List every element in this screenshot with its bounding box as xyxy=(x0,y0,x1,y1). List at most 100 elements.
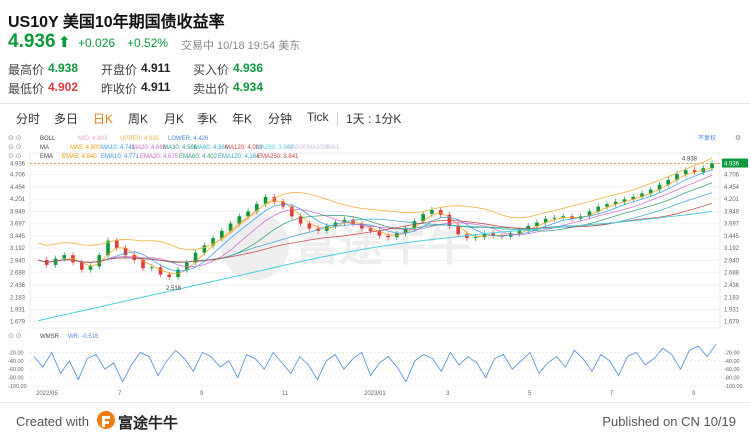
x-tick-label: 7 xyxy=(610,391,614,397)
boll-toggle-icon: ⊙ ⊙ xyxy=(8,135,22,142)
chart-settings-icon: ⚙ xyxy=(735,134,741,142)
ma-legend-item: MA60: 4.366 xyxy=(194,145,229,151)
candle-body xyxy=(167,274,172,277)
candle-body xyxy=(386,235,390,238)
y-tick-label-right: 2.688 xyxy=(724,271,740,277)
tab-interval-select[interactable]: 1天 : 1分K xyxy=(346,110,401,127)
ema-toggle-icon: ⊙ ⊙ xyxy=(8,153,22,160)
ma-name: MA xyxy=(40,145,49,151)
tab-minute[interactable]: 分钟 xyxy=(268,110,292,127)
ma-legend-item: MA20: 4.663 xyxy=(132,145,167,151)
ema-legend-item: EMA10: 4.771 xyxy=(101,154,140,160)
wmsr-value: WR: -0.516 xyxy=(68,334,99,340)
candle-body xyxy=(79,262,84,270)
boll-mid: MID: 4.803 xyxy=(78,136,108,142)
candle-body xyxy=(88,266,93,270)
y-tick-label-left: 1.931 xyxy=(10,307,26,313)
stat-label: 开盘价 xyxy=(101,63,138,77)
y-tick-label-left: 2.436 xyxy=(10,283,26,289)
tab-weekly-k[interactable]: 周K xyxy=(128,110,148,127)
y-tick-label-left: 4.936 xyxy=(10,162,26,168)
y-tick-label-left: 3.192 xyxy=(10,246,26,252)
candle-body xyxy=(430,209,434,214)
wmsr-tick-right: -40.00 xyxy=(724,359,740,365)
price-chart: 4.936 4.936 4.706 4.706 4.454 4.454 4.201 4.201… xyxy=(8,134,748,397)
watermark-logo-icon xyxy=(221,212,289,280)
candle-body xyxy=(438,209,443,215)
period-tabs: 分时 多日 日K 周K 月K 季K 年K 分钟 Tick 1天 : 1分K xyxy=(0,108,750,130)
y-tick-label-right: 4.201 xyxy=(724,197,740,203)
tab-multi-day[interactable]: 多日 xyxy=(54,110,78,127)
stat-label: 昨收价 xyxy=(101,82,138,96)
tab-intraday[interactable]: 分时 xyxy=(16,110,40,127)
footer-divider xyxy=(0,402,750,403)
price-change-percent: +0.52% xyxy=(127,36,169,50)
wmsr-tick-left: -100.00 xyxy=(8,384,27,390)
divider xyxy=(0,103,750,104)
candle-body xyxy=(683,170,688,175)
futu-logo-icon xyxy=(97,411,115,429)
trading-status: 交易中 10/18 19:54 美东 xyxy=(181,40,301,52)
candle-body xyxy=(710,163,714,169)
wmsr-tick-right: -100.00 xyxy=(724,384,743,390)
y-tick-label-right: 1.679 xyxy=(724,320,740,326)
up-arrow-icon: ⬆ xyxy=(58,34,71,51)
y-tick-label-right: 2.940 xyxy=(724,258,740,264)
x-tick-label: 2023/01 xyxy=(364,391,386,397)
candle-body xyxy=(158,267,163,275)
high-annotation: 4.938 xyxy=(682,156,698,162)
y-tick-label-left: 4.201 xyxy=(10,197,26,203)
tab-separator xyxy=(337,112,338,126)
candle-body xyxy=(114,240,119,248)
y-tick-label-right: 3.192 xyxy=(724,246,740,252)
tab-daily-k[interactable]: 日K xyxy=(93,110,113,127)
wmsr-tick-left: -20.00 xyxy=(8,350,24,356)
candle-body xyxy=(97,255,102,267)
ema-legend-item: EMA120: 4.164 xyxy=(218,154,260,160)
stat-value: 4.902 xyxy=(48,80,79,94)
candle-body xyxy=(62,255,67,259)
stat-label: 最高价 xyxy=(8,63,45,77)
ma-toggle-icon: ⊙ ⊙ xyxy=(8,144,22,151)
tab-tick[interactable]: Tick xyxy=(307,110,329,124)
wmsr-toggle-icon: ⊙ ⊙ xyxy=(8,333,22,340)
y-tick-label-right: 3.697 xyxy=(724,222,740,228)
current-price-tag-label: 4.936 xyxy=(724,162,740,168)
created-with-label: Created with xyxy=(16,414,89,429)
y-tick-label-right: 3.949 xyxy=(724,209,740,215)
ema-legend-item: EMA60: 4.402 xyxy=(179,154,218,160)
tab-monthly-k[interactable]: 月K xyxy=(164,110,184,127)
ma-legend-item: MA30: 4.566 xyxy=(163,145,198,151)
ma-legend-item: MA1 xyxy=(327,145,340,151)
price-change: +0.026 xyxy=(78,36,116,50)
y-tick-label-left: 2.688 xyxy=(10,271,26,277)
tab-yearly-k[interactable]: 年K xyxy=(232,110,252,127)
stat-value: 4.938 xyxy=(48,61,79,75)
ema-name: EMA xyxy=(40,154,53,160)
stat-value: 4.934 xyxy=(233,80,264,94)
stat-value: 4.936 xyxy=(233,61,264,75)
ma-legend-item: MA500 xyxy=(287,145,307,151)
candle-body xyxy=(605,204,609,207)
wmsr-tick-left: -60.00 xyxy=(8,367,24,373)
low-annotation: 2.518 xyxy=(166,286,182,292)
boll-name: BOLL xyxy=(40,136,56,142)
ma-legend-item: MA5: 4.800 xyxy=(70,145,101,151)
brand-name: 富途牛牛 xyxy=(118,415,179,432)
stat-label: 卖出价 xyxy=(193,82,230,96)
wmsr-tick-right: -20.00 xyxy=(724,350,740,356)
candle-body xyxy=(456,226,460,235)
stat-value: 4.911 xyxy=(141,61,171,75)
y-tick-label-right: 2.183 xyxy=(724,295,740,301)
stat-label: 买入价 xyxy=(193,63,230,77)
tab-quarterly-k[interactable]: 季K xyxy=(197,110,217,127)
wmsr-name: WMSR xyxy=(40,334,60,340)
y-tick-label-right: 4.706 xyxy=(724,173,740,179)
wmsr-tick-right: -80.00 xyxy=(724,376,740,382)
candle-body xyxy=(149,267,154,269)
candle-body xyxy=(53,258,58,265)
wmsr-tick-left: -80.00 xyxy=(8,376,24,382)
x-tick-label: 9 xyxy=(200,391,204,397)
x-tick-label: 3 xyxy=(446,391,450,397)
y-tick-label-left: 2.940 xyxy=(10,258,26,264)
